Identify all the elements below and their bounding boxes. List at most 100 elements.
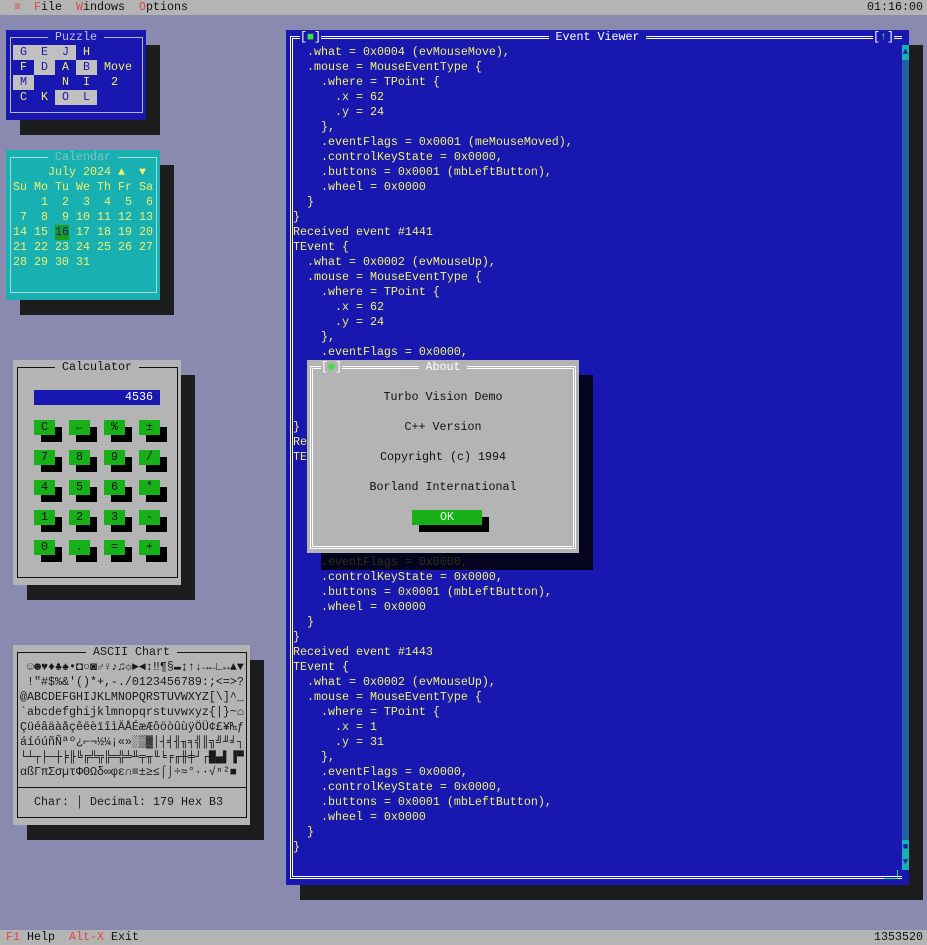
puzzle-tile[interactable]: O (55, 90, 76, 105)
calendar-day[interactable]: 8 (34, 210, 48, 225)
puzzle-tile[interactable]: A (55, 60, 76, 75)
calendar-day[interactable]: 10 (76, 210, 90, 225)
menu-file[interactable]: File (34, 0, 62, 15)
calendar-day[interactable]: 13 (139, 210, 153, 225)
calc-button[interactable]: 7 (34, 450, 55, 465)
calc-button[interactable]: % (104, 420, 125, 435)
calendar-day[interactable]: 7 (13, 210, 27, 225)
calendar-window[interactable]: Calendar July 2024 ▲ ▼ Su Mo Tu We Th Fr Sa 1 2 3… (6, 150, 160, 300)
month-up-icon[interactable]: ▲ (118, 165, 125, 180)
puzzle-tile[interactable]: F (13, 60, 34, 75)
calc-button[interactable]: ± (139, 420, 160, 435)
calendar-day[interactable]: 17 (76, 225, 90, 240)
calendar-day[interactable]: 19 (118, 225, 132, 240)
scroll-thumb[interactable]: ■ (902, 840, 909, 855)
ascii-row[interactable]: áíóúñÑªº¿⌐¬½¼¡«»░▒▓│┤╡╢╖╕╣║╗╝╜╛┐ (20, 735, 244, 750)
calendar-day[interactable]: 3 (76, 195, 90, 210)
calendar-day[interactable]: 27 (139, 240, 153, 255)
puzzle-tile[interactable] (34, 75, 55, 90)
calc-button[interactable]: - (139, 510, 160, 525)
ascii-row[interactable]: αßΓπΣσµτΦΘΩδ∞φε∩≡±≥≤⌠⌡÷≈°∙·√ⁿ²■ (20, 765, 244, 780)
puzzle-window[interactable]: Puzzle GEJH FDAB M NI CKOL Move 2 (6, 30, 146, 120)
puzzle-tile[interactable]: D (34, 60, 55, 75)
calculator-window[interactable]: Calculator 4536 C ←% ±7 8 9 / 4 5 6 * 1 2 3- 0. = + (13, 360, 181, 585)
calc-button[interactable]: 6 (104, 480, 125, 495)
status-help[interactable]: F1 Help (6, 930, 55, 945)
calendar-day[interactable]: 20 (139, 225, 153, 240)
ok-button[interactable]: OK (412, 510, 482, 525)
ascii-row[interactable]: ÇüéâäàåçêëèïîìÄÅÉæÆôöòûùÿÖÜ¢£¥₧ƒ (20, 720, 244, 735)
about-dialog[interactable]: About [■] Turbo Vision Demo C++ Version … (307, 360, 579, 553)
calc-button[interactable]: 8 (69, 450, 90, 465)
ascii-row[interactable]: ☺☻♥♦♣♠•◘○◙♂♀♪♫☼►◄↕‼¶§▬↨↑↓→←∟↔▲▼ (20, 660, 244, 675)
calc-button[interactable]: / (139, 450, 160, 465)
about-line-4: Borland International (369, 480, 517, 494)
calc-button[interactable]: C (34, 420, 55, 435)
calendar-day[interactable]: 9 (55, 210, 69, 225)
calendar-day[interactable]: 24 (76, 240, 90, 255)
ascii-chart-window[interactable]: ASCII Chart ☺☻♥♦♣♠•◘○◙♂♀♪♫☼►◄↕‼¶§▬↨↑↓→←∟… (13, 645, 250, 825)
ascii-row[interactable]: !"#$%&'()*+,-./0123456789:;<=>? (20, 675, 244, 690)
puzzle-tile[interactable]: M (13, 75, 34, 90)
calendar-day[interactable]: 12 (118, 210, 132, 225)
puzzle-tile[interactable]: L (76, 90, 97, 105)
calc-button[interactable]: 1 (34, 510, 55, 525)
puzzle-tile[interactable]: J (55, 45, 76, 60)
puzzle-tile[interactable]: G (13, 45, 34, 60)
puzzle-tile[interactable]: N (55, 75, 76, 90)
calendar-day[interactable]: 14 (13, 225, 27, 240)
puzzle-tile[interactable]: C (13, 90, 34, 105)
ascii-row[interactable]: @ABCDEFGHIJKLMNOPQRSTUVWXYZ[\]^_ (20, 690, 244, 705)
calendar-day[interactable]: 30 (55, 255, 69, 270)
calendar-day[interactable]: 5 (118, 195, 132, 210)
puzzle-tile[interactable]: H (76, 45, 97, 60)
puzzle-tile[interactable]: E (34, 45, 55, 60)
calendar-day[interactable]: 11 (97, 210, 111, 225)
ascii-row[interactable]: └┴┬├─┼╞╟╚╔╩╦╠═╬╧╨╤╥╙╘╒╓╫╪┘┌█▄▌▐▀ (20, 750, 244, 765)
resize-handle-icon[interactable] (884, 870, 898, 879)
about-close-button[interactable]: [■] (321, 360, 342, 375)
calc-button[interactable]: 4 (34, 480, 55, 495)
calc-button[interactable]: 9 (104, 450, 125, 465)
calendar-day[interactable]: 31 (76, 255, 90, 270)
calendar-today[interactable]: 16 (55, 225, 69, 240)
calendar-day[interactable]: 21 (13, 240, 27, 255)
close-button[interactable]: [■] (300, 30, 321, 45)
menu-options[interactable]: Options (139, 0, 188, 15)
calc-button[interactable]: . (69, 540, 90, 555)
calc-button[interactable]: + (139, 540, 160, 555)
decimal-value: 179 (152, 795, 174, 809)
calendar-day[interactable]: 22 (34, 240, 48, 255)
calendar-day[interactable]: 4 (97, 195, 111, 210)
puzzle-tile[interactable]: I (76, 75, 97, 90)
event-log-line: TEvent { (293, 660, 349, 674)
calc-button[interactable]: 2 (69, 510, 90, 525)
calc-button[interactable]: 5 (69, 480, 90, 495)
scroll-down-arrow-icon[interactable]: ▼ (902, 855, 909, 870)
calendar-day[interactable]: 15 (34, 225, 48, 240)
ascii-row[interactable]: `abcdefghijklmnopqrstuvwxyz{|}~⌂ (20, 705, 244, 720)
calendar-day[interactable]: 26 (118, 240, 132, 255)
zoom-button[interactable]: [↑] (873, 30, 894, 45)
vertical-scrollbar[interactable]: ▲ ■ ▼ (902, 45, 909, 870)
calendar-day[interactable]: 6 (139, 195, 153, 210)
calc-button[interactable]: * (139, 480, 160, 495)
scroll-up-arrow-icon[interactable]: ▲ (902, 45, 909, 60)
calendar-day[interactable]: 2 (55, 195, 69, 210)
calendar-day[interactable]: 18 (97, 225, 111, 240)
calc-button[interactable]: ← (69, 420, 90, 435)
calc-button[interactable]: 3 (104, 510, 125, 525)
calendar-day[interactable]: 25 (97, 240, 111, 255)
puzzle-tile[interactable]: K (34, 90, 55, 105)
calendar-day[interactable]: 29 (34, 255, 48, 270)
menu-windows[interactable]: Windows (76, 0, 125, 15)
calendar-day[interactable]: 23 (55, 240, 69, 255)
status-exit[interactable]: Alt-X Exit (69, 930, 139, 945)
month-down-icon[interactable]: ▼ (139, 165, 146, 180)
calc-button[interactable]: 0 (34, 540, 55, 555)
calendar-day[interactable]: 1 (34, 195, 48, 210)
puzzle-tile[interactable]: B (76, 60, 97, 75)
system-menu-icon[interactable]: ≡ (14, 0, 21, 15)
calendar-day[interactable]: 28 (13, 255, 27, 270)
calc-button[interactable]: = (104, 540, 125, 555)
